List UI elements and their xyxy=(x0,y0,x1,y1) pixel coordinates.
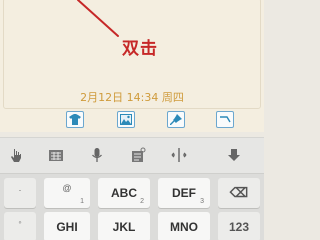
key-digit: 1 xyxy=(80,198,84,205)
key-numeric[interactable]: 123 xyxy=(218,212,260,240)
pin-icon xyxy=(170,114,182,125)
clipboard-button[interactable] xyxy=(129,146,147,164)
key-punctuation[interactable]: . xyxy=(4,178,36,208)
key-label: GHI xyxy=(56,220,78,234)
key-digit: 3 xyxy=(200,198,204,205)
annotation-text: 双击 xyxy=(122,39,158,59)
key-label: JKL xyxy=(112,220,136,234)
shirt-icon xyxy=(69,114,81,125)
backspace-key[interactable]: ⌫ xyxy=(218,178,260,208)
note-timestamp: 2月12日 14:34 周四 xyxy=(80,91,184,104)
grid-icon xyxy=(49,150,63,161)
microphone-icon xyxy=(92,148,102,162)
grid-button[interactable] xyxy=(47,146,65,164)
shirt-button[interactable] xyxy=(66,111,84,128)
cursor-move-icon xyxy=(171,148,187,162)
attachment-row xyxy=(0,109,264,132)
pin-button[interactable] xyxy=(167,111,185,128)
collapse-keyboard-icon xyxy=(228,149,240,161)
angle-button[interactable] xyxy=(216,111,234,128)
keyboard: . @ 1 ABC 2 DEF 3 ⌫ ◦ GHI JKL MNO 123 xyxy=(0,173,264,240)
key-ghi[interactable]: GHI xyxy=(44,212,90,240)
hand-button[interactable] xyxy=(7,146,25,164)
key-sym: ◦ xyxy=(18,217,22,227)
key-jkl[interactable]: JKL xyxy=(98,212,150,240)
image-icon xyxy=(120,114,132,125)
key-label: ABC xyxy=(111,186,137,200)
cursor-move-button[interactable] xyxy=(170,146,188,164)
clipboard-icon xyxy=(132,147,146,162)
image-button[interactable] xyxy=(117,111,135,128)
key-sym: . xyxy=(18,183,22,193)
key-sym: @ xyxy=(62,183,72,193)
key-emoticon[interactable]: ◦ xyxy=(4,212,36,240)
backspace-icon: ⌫ xyxy=(229,185,249,200)
key-label: DEF xyxy=(172,186,196,200)
hand-icon xyxy=(11,149,21,162)
key-mno[interactable]: MNO xyxy=(158,212,210,240)
note-canvas[interactable]: 双击 2月12日 14:34 周四 xyxy=(0,0,264,111)
key-label: 123 xyxy=(228,220,250,234)
angle-icon xyxy=(220,116,231,123)
key-abc[interactable]: ABC 2 xyxy=(98,178,150,208)
microphone-button[interactable] xyxy=(88,146,106,164)
key-1[interactable]: @ 1 xyxy=(44,178,90,208)
collapse-keyboard-button[interactable] xyxy=(225,146,243,164)
key-digit: 2 xyxy=(140,198,144,205)
key-label: MNO xyxy=(170,220,198,234)
key-def[interactable]: DEF 3 xyxy=(158,178,210,208)
input-toolbar xyxy=(0,137,264,173)
